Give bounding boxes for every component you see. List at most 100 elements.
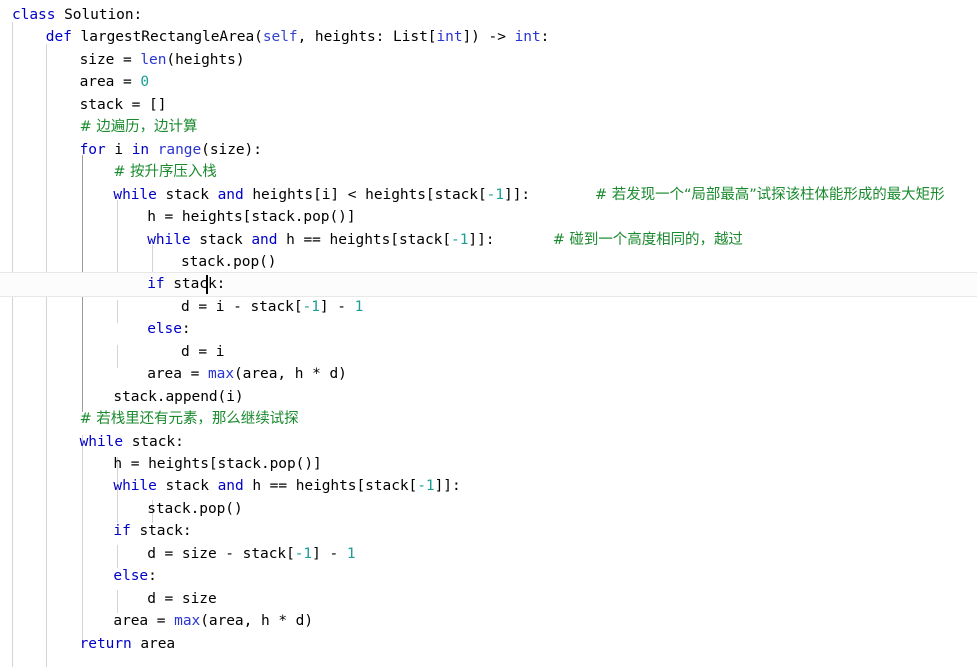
code-token: d = size - stack[ <box>147 545 295 562</box>
code-token: and <box>217 186 253 203</box>
code-line[interactable]: area = 0 <box>80 71 150 93</box>
code-token: ]]: <box>434 478 461 495</box>
code-token: -1 <box>486 186 505 203</box>
code-token: : <box>133 7 143 23</box>
code-token: stack = [] <box>79 96 167 113</box>
code-token: largestRectangleArea <box>80 29 255 46</box>
code-line[interactable]: # 边遍历，边计算 <box>80 116 198 138</box>
code-token: ( <box>254 29 263 46</box>
code-line[interactable]: while stack and heights[i] < heights[sta… <box>113 184 530 206</box>
code-line[interactable]: d = i - stack[-1] - 1 <box>181 296 363 318</box>
code-token: stack: <box>139 523 192 540</box>
code-token: (area, h * d) <box>200 613 314 630</box>
code-line[interactable]: while stack and h == heights[stack[-1]]: <box>113 475 460 497</box>
code-token: (size): <box>201 141 262 158</box>
code-token: stack <box>165 186 218 203</box>
code-token: d = size <box>147 590 217 607</box>
code-line[interactable]: # 若栈里还有元素，那么继续试探 <box>80 408 299 430</box>
code-token: -1 <box>451 231 469 248</box>
code-token: stack.pop() <box>181 253 277 270</box>
code-token: h = heights[stack.pop()] <box>113 456 322 472</box>
code-token: ] - <box>319 298 355 315</box>
code-line[interactable]: h = heights[stack.pop()] <box>147 206 355 228</box>
code-line[interactable]: area = max(area, h * d) <box>147 363 347 385</box>
code-token: len <box>140 51 167 68</box>
code-editor-pane[interactable]: class Solution: def largestRectangleArea(… <box>0 0 977 667</box>
code-line[interactable]: return area <box>80 633 176 655</box>
code-line[interactable]: size = len(heights) <box>80 49 245 71</box>
code-token: (area, h * d) <box>234 366 347 383</box>
code-token: h == heights[stack[ <box>286 231 452 248</box>
code-token: return <box>79 635 141 652</box>
code-token: int <box>514 29 541 46</box>
trailing-comment: # 碰到一个高度相同的，越过 <box>552 231 743 248</box>
code-line[interactable]: def largestRectangleArea(self, heights: … <box>46 26 550 48</box>
code-line[interactable]: stack.pop() <box>181 251 277 273</box>
code-line[interactable]: h = heights[stack.pop()] <box>113 453 321 475</box>
code-token: -1 <box>302 298 320 315</box>
code-line[interactable]: area = max(area, h * d) <box>113 610 313 632</box>
code-token: # 边遍历，边计算 <box>79 119 198 136</box>
text-caret <box>206 275 208 294</box>
code-token: for <box>79 141 115 158</box>
code-token: : <box>540 29 550 46</box>
code-line[interactable]: else: <box>147 318 190 340</box>
code-token: in <box>131 141 158 158</box>
code-token: stack <box>199 231 252 248</box>
code-token: heights[i] < heights[stack[ <box>252 186 487 203</box>
code-token: (heights) <box>166 51 245 68</box>
code-line[interactable]: stack.append(i) <box>113 386 243 408</box>
code-token: self <box>262 29 298 46</box>
code-line[interactable]: stack.pop() <box>147 498 243 520</box>
code-token: def <box>45 29 81 46</box>
code-token: ] - <box>312 545 347 562</box>
code-token: 1 <box>354 298 364 315</box>
code-text-layer[interactable]: class Solution: def largestRectangleArea(… <box>0 0 977 667</box>
code-token: stack.append(i) <box>113 388 244 405</box>
code-token: while <box>113 478 166 495</box>
code-token: if <box>113 523 140 540</box>
code-token: stack.pop() <box>147 500 243 517</box>
code-token: d = i <box>181 343 225 360</box>
code-token: stack: <box>173 276 226 293</box>
code-token: class <box>12 7 65 23</box>
code-token: and <box>217 478 253 495</box>
code-token: ]]: <box>504 186 531 203</box>
code-token: , heights: List[ <box>297 29 437 46</box>
code-line[interactable]: if stack: <box>113 520 191 542</box>
code-token: # 若栈里还有元素，那么继续试探 <box>79 411 299 428</box>
code-token: -1 <box>417 478 435 495</box>
code-line[interactable]: class Solution: <box>12 4 142 26</box>
code-token: d = i - stack[ <box>181 298 303 315</box>
code-token: area = <box>113 613 175 630</box>
code-token: size = <box>79 51 141 68</box>
code-token: # 按升序压入栈 <box>113 164 217 181</box>
code-token: int <box>436 29 463 46</box>
code-line[interactable]: stack = [] <box>80 94 167 116</box>
trailing-comment: # 若发现一个“局部最高”试探该柱体能形成的最大矩形 <box>595 186 945 203</box>
code-token: while <box>79 433 132 450</box>
code-line[interactable]: d = size <box>147 588 217 610</box>
code-line[interactable]: else: <box>113 565 156 587</box>
code-line[interactable]: # 按升序压入栈 <box>113 161 216 183</box>
code-line[interactable]: if stack: <box>147 273 225 295</box>
code-line[interactable]: while stack and h == heights[stack[-1]]: <box>147 229 494 251</box>
code-line[interactable]: d = size - stack[-1] - 1 <box>147 543 355 565</box>
code-line[interactable]: d = i <box>181 341 224 363</box>
code-token: 1 <box>346 545 356 562</box>
code-token: stack <box>165 478 218 495</box>
code-token: stack: <box>131 433 184 450</box>
code-token: -1 <box>294 545 313 562</box>
code-token: ]) -> <box>462 29 515 46</box>
code-line[interactable]: for i in range(size): <box>80 139 262 161</box>
code-token: area = <box>147 366 208 383</box>
code-token: else <box>113 568 149 585</box>
code-token: h = heights[stack.pop()] <box>147 209 356 226</box>
code-token: h == heights[stack[ <box>252 478 418 495</box>
code-token: and <box>251 231 287 248</box>
code-token: if <box>147 276 174 293</box>
code-token: : <box>148 568 157 585</box>
code-line[interactable]: while stack: <box>80 431 184 453</box>
code-token: range <box>157 141 202 158</box>
code-token: Solution <box>64 7 134 23</box>
